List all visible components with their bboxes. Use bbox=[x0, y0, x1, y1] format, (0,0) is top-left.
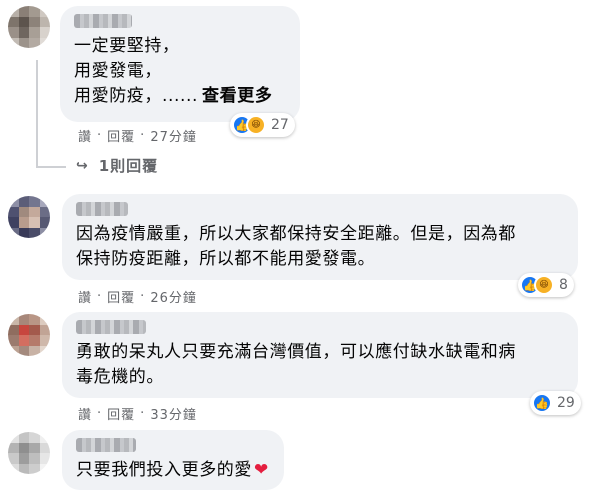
comment-actions: 讚 · 回覆 · 26分鐘 bbox=[78, 287, 197, 306]
commenter-name-blurred[interactable] bbox=[74, 14, 132, 28]
reply-arrow-icon: ↪ bbox=[76, 157, 89, 174]
separator-dot: · bbox=[97, 289, 103, 304]
comment-timestamp[interactable]: 27分鐘 bbox=[150, 126, 197, 145]
separator-dot: · bbox=[140, 128, 146, 143]
avatar[interactable] bbox=[8, 314, 50, 356]
comment-text: 一定要堅持， 用愛發電， 用愛防疫，...... 查看更多 bbox=[74, 36, 273, 106]
thumbs-up-icon: 👍 bbox=[532, 393, 552, 413]
view-replies-link[interactable]: ↪ 1則回覆 bbox=[76, 155, 158, 176]
thread-connector bbox=[36, 60, 38, 168]
thread-connector-branch bbox=[36, 166, 66, 168]
laughing-face-icon: 😆 bbox=[246, 115, 266, 135]
reaction-count: 27 bbox=[271, 117, 289, 133]
laughing-face-icon: 😆 bbox=[534, 275, 554, 295]
separator-dot: · bbox=[97, 406, 103, 421]
separator-dot: · bbox=[140, 406, 146, 421]
avatar[interactable] bbox=[8, 196, 50, 238]
comment-bubble: 只要我們投入更多的愛 ❤ bbox=[62, 430, 284, 490]
comment-bubble: 因為疫情嚴重，所以大家都保持安全距離。但是，因為都 保持防疫距離，所以都不能用愛… bbox=[62, 194, 578, 280]
commenter-name-blurred[interactable] bbox=[76, 202, 128, 216]
reaction-count: 8 bbox=[559, 277, 568, 293]
comment-text: 勇敢的呆丸人只要充滿台灣價值，可以應付缺水缺電和病 毒危機的。 bbox=[76, 342, 516, 387]
comment-timestamp[interactable]: 26分鐘 bbox=[150, 287, 197, 306]
reaction-count: 29 bbox=[557, 395, 575, 411]
comment-text: 只要我們投入更多的愛 ❤ bbox=[76, 460, 269, 480]
comment-actions: 讚 · 回覆 · 27分鐘 bbox=[78, 126, 197, 145]
comment-actions: 讚 · 回覆 · 33分鐘 bbox=[78, 404, 197, 423]
reaction-summary[interactable]: 👍 29 bbox=[530, 391, 581, 415]
commenter-name-blurred[interactable] bbox=[76, 438, 136, 452]
heart-emoji-icon: ❤ bbox=[254, 460, 269, 480]
like-action[interactable]: 讚 bbox=[78, 287, 92, 306]
commenter-name-blurred[interactable] bbox=[76, 320, 146, 334]
reaction-summary[interactable]: 👍 😆 8 bbox=[518, 273, 574, 297]
see-more-link[interactable]: 查看更多 bbox=[202, 86, 272, 106]
comment-timestamp[interactable]: 33分鐘 bbox=[150, 404, 197, 423]
avatar[interactable] bbox=[8, 6, 50, 48]
reply-action[interactable]: 回覆 bbox=[107, 404, 135, 423]
comment-text: 因為疫情嚴重，所以大家都保持安全距離。但是，因為都 保持防疫距離，所以都不能用愛… bbox=[76, 224, 516, 269]
comment-thread: 一定要堅持， 用愛發電， 用愛防疫，...... 查看更多 👍 😆 27 讚 · … bbox=[0, 0, 596, 492]
view-replies-label: 1則回覆 bbox=[98, 157, 159, 175]
like-action[interactable]: 讚 bbox=[78, 126, 92, 145]
reply-action[interactable]: 回覆 bbox=[107, 126, 135, 145]
reply-action[interactable]: 回覆 bbox=[107, 287, 135, 306]
separator-dot: · bbox=[97, 128, 103, 143]
avatar[interactable] bbox=[8, 432, 50, 474]
like-action[interactable]: 讚 bbox=[78, 404, 92, 423]
comment-bubble: 勇敢的呆丸人只要充滿台灣價值，可以應付缺水缺電和病 毒危機的。 bbox=[62, 312, 578, 398]
reaction-summary[interactable]: 👍 😆 27 bbox=[230, 113, 295, 137]
separator-dot: · bbox=[140, 289, 146, 304]
comment-bubble: 一定要堅持， 用愛發電， 用愛防疫，...... 查看更多 bbox=[60, 6, 300, 122]
